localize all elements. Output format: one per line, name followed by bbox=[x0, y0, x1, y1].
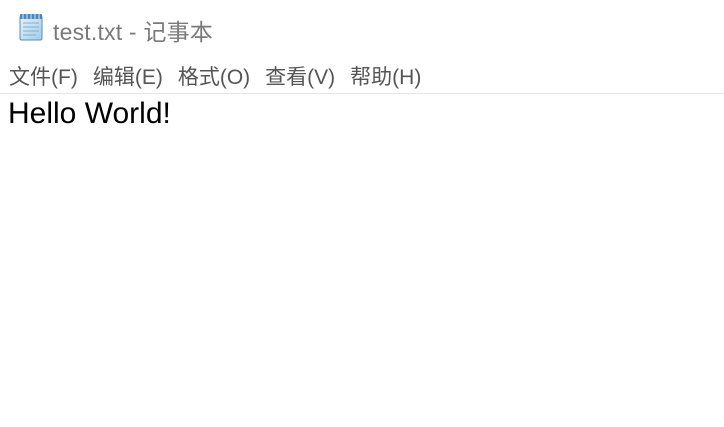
window-title: test.txt - 记事本 bbox=[53, 19, 213, 45]
menu-bar: 文件(F) 编辑(E) 格式(O) 查看(V) 帮助(H) bbox=[0, 60, 724, 92]
notepad-icon bbox=[16, 11, 46, 41]
menu-view[interactable]: 查看(V) bbox=[265, 61, 335, 91]
menu-format[interactable]: 格式(O) bbox=[178, 61, 250, 91]
editor-content[interactable]: Hello World! bbox=[8, 97, 171, 131]
title-bar[interactable]: test.txt - 记事本 bbox=[0, 0, 724, 56]
notepad-window: test.txt - 记事本 文件(F) 编辑(E) 格式(O) 查看(V) 帮… bbox=[0, 0, 724, 427]
text-editor[interactable]: Hello World! bbox=[0, 94, 724, 427]
menu-help[interactable]: 帮助(H) bbox=[350, 61, 421, 91]
menu-edit[interactable]: 编辑(E) bbox=[93, 61, 163, 91]
menu-file[interactable]: 文件(F) bbox=[9, 61, 78, 91]
